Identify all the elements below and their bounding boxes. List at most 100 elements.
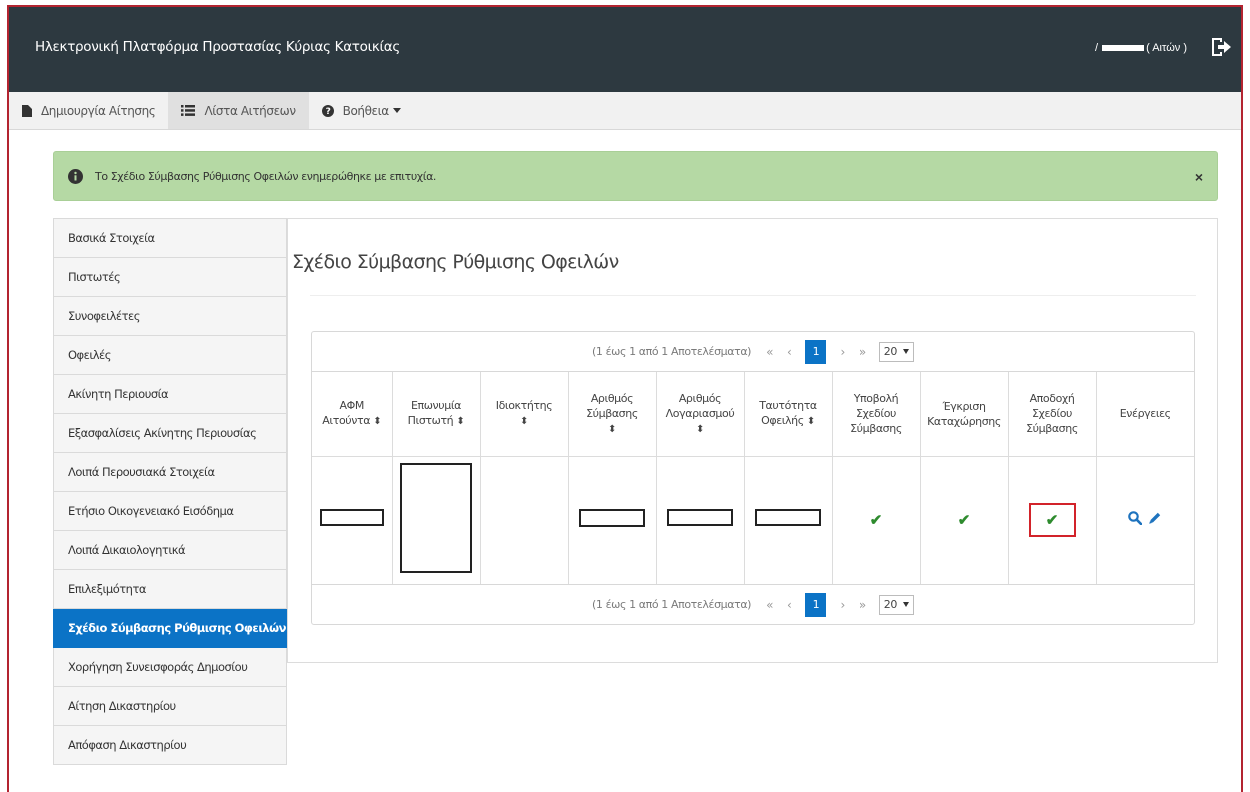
- pager-top: (1 έως 1 από 1 Αποτελέσματα) « ‹ 1 › » 2…: [312, 332, 1194, 372]
- sidebar-item[interactable]: Συνοφειλέτες: [53, 297, 287, 336]
- pager-bottom: (1 έως 1 από 1 Αποτελέσματα) « ‹ 1 › » 2…: [312, 584, 1194, 624]
- col-debt-id[interactable]: Ταυτότητα Οφειλής ⬍: [743, 372, 832, 457]
- redacted-value: [667, 509, 733, 527]
- nav-list-label: Λίστα Αιτήσεων: [204, 103, 296, 118]
- user-info: / ( Αιτών ): [1095, 42, 1187, 54]
- col-actions: Ενέργειες: [1095, 372, 1194, 457]
- redacted-value: [319, 509, 384, 527]
- cell-account-number: [655, 456, 744, 584]
- divider: [310, 295, 1196, 296]
- sidebar-item[interactable]: Ετήσιο Οικογενειακό Εισόδημα: [53, 492, 287, 531]
- contracts-table: ΑΦΜ Αιτούντα ⬍ Επωνυμία Πιστωτή ⬍ Ιδιοκτήτ…: [312, 372, 1194, 584]
- sidebar-item[interactable]: Σχέδιο Σύμβασης Ρύθμισης Οφειλών: [53, 609, 287, 648]
- page-size-select[interactable]: 20: [878, 341, 914, 362]
- nav-help-label: Βοήθεια: [342, 103, 390, 118]
- app-window: Ηλεκτρονική Πλατφόρμα Προστασίας Κύριας …: [7, 5, 1243, 792]
- page-title: Σχέδιο Σύμβασης Ρύθμισης Οφειλών: [292, 251, 619, 273]
- sidebar-item[interactable]: Λοιπά Δικαιολογητικά: [53, 531, 287, 570]
- sidebar-item[interactable]: Επιλεξιμότητα: [53, 570, 287, 609]
- alert-message: Το Σχέδιο Σύμβασης Ρύθμισης Οφειλών ενημ…: [95, 169, 437, 183]
- chevron-down-icon: [903, 349, 909, 354]
- content-panel: Σχέδιο Σύμβασης Ρύθμισης Οφειλών (1 έως …: [287, 218, 1218, 663]
- highlight-box: ✔: [1028, 503, 1076, 538]
- redacted-value: [755, 509, 821, 527]
- first-page-button[interactable]: «: [766, 598, 773, 612]
- success-alert: Το Σχέδιο Σύμβασης Ρύθμισης Οφειλών ενημ…: [53, 151, 1218, 201]
- sidebar-item[interactable]: Χορήγηση Συνεισφοράς Δημοσίου: [53, 648, 287, 687]
- cell-debt-id: [743, 456, 832, 584]
- next-page-button[interactable]: ›: [840, 345, 845, 359]
- col-afm[interactable]: ΑΦΜ Αιτούντα ⬍: [312, 372, 392, 457]
- cell-afm: [312, 456, 392, 584]
- sidebar-item[interactable]: Βασικά Στοιχεία: [53, 218, 287, 258]
- prev-page-button[interactable]: ‹: [787, 598, 792, 612]
- nav-create-application[interactable]: Δημιουργία Αίτησης: [9, 92, 168, 129]
- sidebar-item[interactable]: Απόφαση Δικαστηρίου: [53, 726, 287, 765]
- sidebar-item[interactable]: Ακίνητη Περιουσία: [53, 375, 287, 414]
- sidebar-item[interactable]: Εξασφαλίσεις Ακίνητης Περιουσίας: [53, 414, 287, 453]
- search-icon[interactable]: [1128, 510, 1143, 525]
- page-size-value: 20: [883, 598, 898, 611]
- question-circle-icon: ?: [321, 104, 334, 117]
- redacted-username: [1102, 45, 1145, 51]
- sort-icon: ⬍: [806, 416, 815, 428]
- cell-contract-number: [567, 456, 656, 584]
- sidebar-item[interactable]: Πιστωτές: [53, 258, 287, 297]
- page-size-select[interactable]: 20: [878, 594, 914, 615]
- col-contract-number[interactable]: Αριθμός Σύμβασης ⬍: [567, 372, 656, 457]
- last-page-button[interactable]: »: [859, 345, 866, 359]
- check-icon: ✔: [957, 511, 971, 529]
- pager-info: (1 έως 1 από 1 Αποτελέσματα): [592, 345, 752, 358]
- chevron-down-icon: [392, 108, 401, 113]
- cell-owner: [479, 456, 568, 584]
- pager-info: (1 έως 1 από 1 Αποτελέσματα): [592, 598, 752, 611]
- svg-text:?: ?: [325, 107, 330, 117]
- sort-icon: ⬍: [608, 423, 616, 435]
- next-page-button[interactable]: ›: [840, 598, 845, 612]
- col-accept-plan: Αποδοχή Σχεδίου Σύμβασης: [1007, 372, 1096, 457]
- redacted-value: [579, 508, 645, 527]
- top-header: Ηλεκτρονική Πλατφόρμα Προστασίας Κύριας …: [9, 7, 1241, 92]
- current-page-button[interactable]: 1: [805, 339, 827, 364]
- cell-accept-plan: ✔: [1007, 456, 1096, 584]
- col-submit-plan: Υποβολή Σχεδίου Σύμβασης: [831, 372, 920, 457]
- contracts-grid: (1 έως 1 από 1 Αποτελέσματα) « ‹ 1 › » 2…: [311, 331, 1195, 625]
- cell-submit-plan: ✔: [831, 456, 920, 584]
- nav-application-list[interactable]: Λίστα Αιτήσεων: [168, 92, 309, 129]
- redacted-value: [400, 462, 472, 573]
- cell-creditor-name: [391, 456, 480, 584]
- current-page-button[interactable]: 1: [805, 592, 827, 617]
- logout-icon[interactable]: [1209, 35, 1233, 59]
- col-account-number[interactable]: Αριθμός Λογαριασμού ⬍: [655, 372, 744, 457]
- col-owner[interactable]: Ιδιοκτήτης ⬍: [479, 372, 568, 457]
- table-header-row: ΑΦΜ Αιτούντα ⬍ Επωνυμία Πιστωτή ⬍ Ιδιοκτήτ…: [312, 372, 1194, 457]
- nav-create-label: Δημιουργία Αίτησης: [41, 103, 156, 118]
- cell-actions: [1095, 456, 1194, 584]
- sidebar-item[interactable]: Οφειλές: [53, 336, 287, 375]
- sort-icon: ⬍: [373, 416, 382, 428]
- page-size-value: 20: [883, 345, 898, 358]
- close-icon[interactable]: ×: [1195, 169, 1203, 185]
- user-prefix: /: [1095, 42, 1099, 54]
- info-circle-icon: [68, 168, 83, 184]
- first-page-button[interactable]: «: [766, 345, 773, 359]
- app-title: Ηλεκτρονική Πλατφόρμα Προστασίας Κύριας …: [35, 39, 401, 55]
- file-icon: [22, 104, 32, 117]
- list-icon: [181, 105, 196, 116]
- table-row: ✔ ✔ ✔: [312, 456, 1194, 584]
- sort-icon: ⬍: [520, 416, 528, 428]
- check-icon: ✔: [869, 511, 883, 529]
- nav-help-dropdown[interactable]: ? Βοήθεια: [309, 92, 414, 129]
- col-creditor-name[interactable]: Επωνυμία Πιστωτή ⬍: [391, 372, 480, 457]
- user-role: ( Αιτών ): [1146, 42, 1187, 54]
- pencil-icon[interactable]: [1148, 511, 1162, 525]
- col-approve-registration: Έγκριση Καταχώρησης: [919, 372, 1008, 457]
- sort-icon: ⬍: [696, 423, 704, 435]
- chevron-down-icon: [903, 602, 909, 607]
- sort-icon: ⬍: [456, 416, 465, 428]
- sidebar-item[interactable]: Αίτηση Δικαστηρίου: [53, 687, 287, 726]
- last-page-button[interactable]: »: [859, 598, 866, 612]
- prev-page-button[interactable]: ‹: [787, 345, 792, 359]
- cell-approve-registration: ✔: [919, 456, 1008, 584]
- sidebar-item[interactable]: Λοιπά Περουσιακά Στοιχεία: [53, 453, 287, 492]
